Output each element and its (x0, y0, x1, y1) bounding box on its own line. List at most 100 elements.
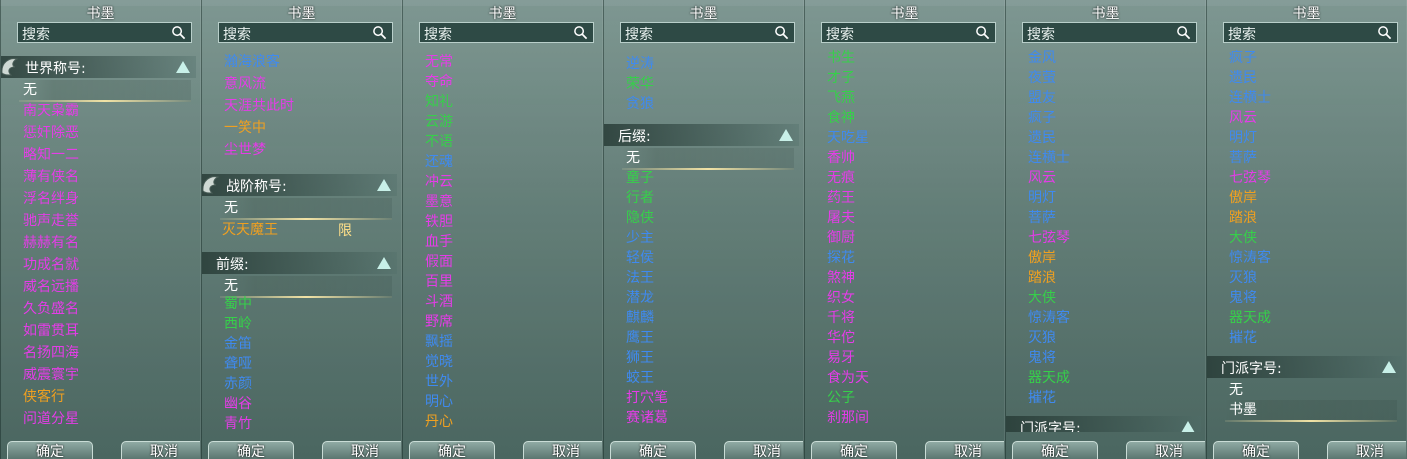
list-item[interactable]: 法王 (626, 268, 654, 288)
list-item[interactable]: 觉晓 (425, 352, 453, 372)
list-item[interactable]: 明灯 (1028, 188, 1056, 208)
collapse-triangle-icon[interactable] (377, 257, 391, 269)
list-item[interactable]: 百里 (425, 272, 453, 292)
list-item[interactable]: 假面 (425, 252, 453, 272)
list-item[interactable]: 麒麟 (626, 308, 654, 328)
search-input[interactable]: 搜索 (1223, 22, 1398, 43)
list-item[interactable]: 略知一二 (23, 145, 79, 165)
ok-button[interactable]: 确定 (1012, 441, 1098, 459)
list-scroll[interactable]: 疯子 遗民 连横士 风云 明灯 菩萨 七弦琴 傲岸 踏浪 大侠 惊涛客 灭狼 鬼将 器天成 摧花 门派字号:… (1207, 48, 1406, 432)
list-item[interactable]: 西岭 (224, 314, 252, 334)
search-icon[interactable] (171, 25, 186, 40)
list-scroll[interactable]: 世界称号: 无 南天枭霸 惩奸除恶 略知一二 薄有侠名 浮名绊身 驰声走誉 赫赫有名 功成名就… (1, 48, 200, 432)
list-item[interactable]: 一笑中 (224, 118, 266, 138)
ok-button[interactable]: 确定 (1213, 441, 1299, 459)
ok-button[interactable]: 确定 (610, 441, 696, 459)
list-item[interactable]: 华佗 (827, 328, 855, 348)
list-item[interactable]: 童子 (626, 168, 654, 188)
list-item[interactable]: 易牙 (827, 348, 855, 368)
section-school-title[interactable]: 门派字号: (1207, 356, 1402, 378)
ok-button[interactable]: 确定 (208, 441, 294, 459)
list-item[interactable]: 瀚海浪客 (224, 52, 280, 72)
list-item[interactable]: 轻侯 (626, 248, 654, 268)
list-item[interactable]: 鬼将 (1028, 348, 1056, 368)
list-item[interactable]: 连横士 (1229, 88, 1271, 108)
list-item[interactable]: 煞神 (827, 268, 855, 288)
list-item[interactable]: 名扬四海 (23, 343, 79, 363)
list-item[interactable]: 隐侠 (626, 208, 654, 228)
list-item[interactable]: 天吃星 (827, 128, 869, 148)
list-item[interactable]: 屠夫 (827, 208, 855, 228)
search-icon[interactable] (372, 25, 387, 40)
list-item[interactable]: 墨意 (425, 192, 453, 212)
list-item[interactable]: 公子 (827, 388, 855, 408)
list-item[interactable]: 七弦琴 (1028, 228, 1070, 248)
list-item[interactable]: 驰声走誉 (23, 211, 79, 231)
search-icon[interactable] (573, 25, 588, 40)
list-scroll[interactable]: 书生 才子 飞燕 食神 天吃星 香帅 无痕 药王 屠夫 御厨 探花 煞神 织女 千将 华佗 易牙 食为天 公子 刹那… (805, 48, 1004, 432)
cancel-button[interactable]: 取消 (121, 441, 200, 459)
list-item[interactable]: 夺命 (425, 72, 453, 92)
list-item[interactable]: 织女 (827, 288, 855, 308)
list-item[interactable]: 香帅 (827, 148, 855, 168)
list-item[interactable]: 如雷贯耳 (23, 321, 79, 341)
cancel-button[interactable]: 取消 (925, 441, 1004, 459)
list-item[interactable]: 威名远播 (23, 277, 79, 297)
list-item[interactable]: 行者 (626, 188, 654, 208)
selected-item[interactable]: 书墨 (1229, 400, 1257, 420)
list-item[interactable]: 金笛 (224, 334, 252, 354)
list-item[interactable]: 菩萨 (1028, 208, 1056, 228)
collapse-triangle-icon[interactable] (779, 129, 793, 141)
list-item[interactable]: 遗民 (1028, 128, 1056, 148)
list-item[interactable]: 赤颜 (224, 374, 252, 394)
list-item[interactable]: 书生 (827, 48, 855, 68)
list-item[interactable]: 赛诸葛 (626, 408, 668, 428)
list-item[interactable]: 疯子 (1229, 48, 1257, 68)
list-item[interactable]: 蜀中 (224, 294, 252, 314)
list-item[interactable]: 南天枭霸 (23, 101, 79, 121)
list-item[interactable]: 铁胆 (425, 212, 453, 232)
list-item[interactable]: 惊涛客 (1028, 308, 1070, 328)
list-item[interactable]: 大侠 (1028, 288, 1056, 308)
selected-item[interactable]: 无 (23, 80, 37, 100)
list-item[interactable]: 器天成 (1028, 368, 1070, 388)
search-icon[interactable] (1176, 25, 1191, 40)
list-item[interactable]: 斗酒 (425, 292, 453, 312)
list-item[interactable]: 夜萤 (1028, 68, 1056, 88)
list-item[interactable]: 鹰王 (626, 328, 654, 348)
list-item[interactable]: 盟友 (1028, 88, 1056, 108)
list-item[interactable]: 探花 (827, 248, 855, 268)
search-input[interactable]: 搜索 (17, 22, 192, 43)
list-item[interactable]: 聋哑 (224, 354, 252, 374)
list-item[interactable]: 世外 (425, 372, 453, 392)
selected-item[interactable]: 无 (626, 148, 640, 168)
search-input[interactable]: 搜索 (419, 22, 594, 43)
list-item[interactable]: 千将 (827, 308, 855, 328)
list-item[interactable]: 灭天魔王 (222, 220, 278, 240)
list-item[interactable]: 摧花 (1229, 328, 1257, 348)
list-item[interactable]: 少主 (626, 228, 654, 248)
section-prefix-title[interactable]: 前缀: (202, 252, 397, 274)
list-item[interactable]: 潜龙 (626, 288, 654, 308)
list-item[interactable]: 蛟王 (626, 368, 654, 388)
school-item[interactable]: 无 (1229, 380, 1243, 400)
list-item[interactable]: 打穴笔 (626, 388, 668, 408)
list-item[interactable]: 血手 (425, 232, 453, 252)
list-item[interactable]: 大侠 (1229, 228, 1257, 248)
list-item[interactable]: 食为天 (827, 368, 869, 388)
list-item[interactable]: 天涯共此时 (224, 96, 294, 116)
collapse-triangle-icon[interactable] (1181, 421, 1195, 432)
list-item[interactable]: 灭狼 (1028, 328, 1056, 348)
list-item[interactable]: 不语 (425, 132, 453, 152)
list-item[interactable]: 丹心 (425, 412, 453, 432)
list-scroll[interactable]: 无常 夺命 知礼 云游 不语 还魂 冲云 墨意 铁胆 血手 假面 百里 斗酒 野席 飘摇 觉晓 世外 明心 丹心 (403, 48, 602, 432)
list-item[interactable]: 意风流 (224, 74, 266, 94)
list-item[interactable]: 食神 (827, 108, 855, 128)
list-item[interactable]: 惊涛客 (1229, 248, 1271, 268)
list-item[interactable]: 还魂 (425, 152, 453, 172)
list-item[interactable]: 狮王 (626, 348, 654, 368)
search-input[interactable]: 搜索 (821, 22, 996, 43)
list-item[interactable]: 连横士 (1028, 148, 1070, 168)
search-icon[interactable] (975, 25, 990, 40)
list-item[interactable]: 侠客行 (23, 387, 65, 407)
